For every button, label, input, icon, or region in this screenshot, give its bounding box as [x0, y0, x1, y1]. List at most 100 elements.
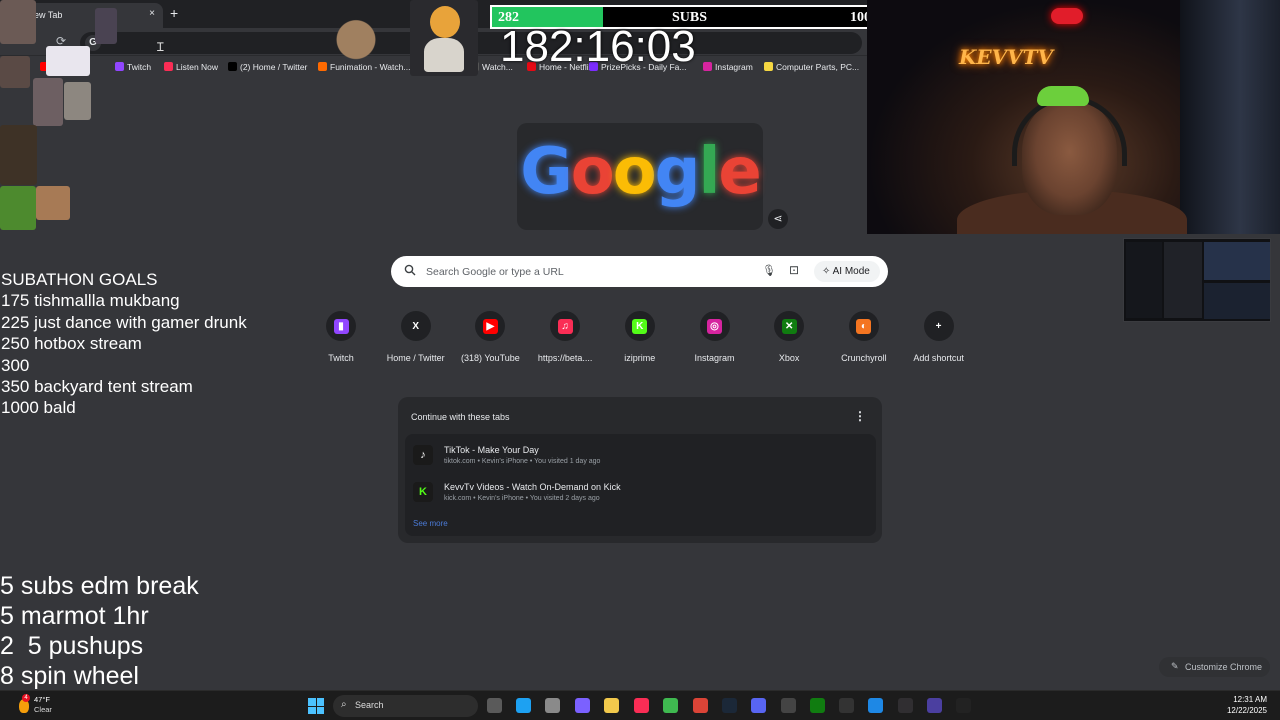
ai-mode-button[interactable]: ✧ AI Mode	[814, 261, 880, 282]
shortcut-label: Add shortcut	[913, 353, 964, 363]
shortcut-tile[interactable]: ✕ Xbox	[752, 311, 826, 363]
bookmark-item[interactable]: Listen Now	[164, 62, 218, 72]
goal-line: 225 just dance with gamer drunk	[1, 312, 247, 332]
continue-tabs-list: ♪ TikTok - Make Your Day tiktok.com • Ke…	[405, 434, 876, 536]
windows-start-icon[interactable]	[308, 698, 324, 714]
sticker-image	[95, 8, 117, 44]
app-icon[interactable]	[781, 698, 796, 713]
goal-line: 1000 bald	[1, 398, 76, 418]
kick-icon: K	[413, 482, 433, 502]
shortcut-tile[interactable]: ◐ Crunchyroll	[827, 311, 901, 363]
shortcut-tile[interactable]: ♫ https://beta....	[528, 311, 602, 363]
customize-chrome-button[interactable]: ✎ Customize Chrome	[1159, 657, 1270, 677]
bookmark-label: Twitch	[127, 62, 152, 72]
bookmark-item[interactable]: (2) Home / Twitter	[228, 62, 307, 72]
continue-tab-item[interactable]: ♪ TikTok - Make Your Day tiktok.com • Ke…	[413, 442, 868, 476]
continue-tab-subtitle: kick.com • Kevin's iPhone • You visited …	[444, 495, 600, 502]
shortcut-icon: ▮	[326, 311, 356, 341]
app-icon[interactable]	[839, 698, 854, 713]
shortcut-label: Crunchyroll	[841, 353, 887, 363]
sticker-image	[46, 46, 90, 76]
app-icon[interactable]	[927, 698, 942, 713]
unreal-icon[interactable]	[956, 698, 971, 713]
goal-line: 300	[1, 355, 30, 375]
taskbar: 4 47°F Clear ⌕ Search 12:31 AM 12/22/202…	[0, 690, 1280, 720]
notification-badge: 4	[22, 694, 30, 702]
taskbar-search-label: Search	[355, 700, 384, 710]
see-more-link[interactable]: See more	[413, 519, 448, 528]
taskbar-search[interactable]: ⌕ Search	[333, 695, 478, 717]
search-input[interactable]: Search Google or type a URL	[426, 266, 564, 278]
app-icon[interactable]	[663, 698, 678, 713]
window-light	[1180, 0, 1280, 234]
search-box[interactable]: Search Google or type a URL 🎙 ⊡ ✧ AI Mod…	[391, 256, 888, 287]
doodle-card[interactable]: Google	[517, 123, 763, 230]
bookmark-label: Listen Now	[176, 62, 219, 72]
app-icon[interactable]	[868, 698, 883, 713]
search-icon: ⌕	[341, 699, 347, 710]
continue-tab-item[interactable]: K KevvTv Videos - Watch On-Demand on Kic…	[413, 479, 868, 513]
shortcut-tile[interactable]: Kiziprime	[603, 311, 677, 363]
shortcut-glyph: ◐	[856, 318, 872, 334]
discord-icon[interactable]	[751, 698, 766, 713]
share-icon[interactable]: ⋖	[768, 209, 788, 229]
obs-icon[interactable]	[898, 698, 913, 713]
weather-condition: Clear	[34, 705, 52, 714]
goal-line: 350 backyard tent stream	[1, 377, 193, 397]
sticker-image	[0, 125, 37, 185]
shortcut-label: Home / Twitter	[386, 353, 445, 363]
shortcut-tile[interactable]: ▮ Twitch	[304, 311, 378, 363]
copilot-icon[interactable]	[575, 698, 590, 713]
shortcut-icon: ▶	[475, 311, 506, 341]
sub-tasks: 5 subs edm break 5 marmot 1hr 2 5 pushup…	[0, 571, 199, 691]
lens-icon[interactable]: ⊡	[789, 263, 799, 277]
clock-date: 12/22/2025	[1226, 706, 1267, 715]
task-view-icon[interactable]	[487, 698, 502, 713]
task-line: 8 spin wheel	[0, 662, 139, 690]
shortcut-icon: ✕	[774, 311, 805, 341]
continue-tabs-title: Continue with these tabs	[411, 412, 510, 422]
bookmark-icon	[228, 62, 237, 71]
shortcut-tile[interactable]: X Home / Twitter	[379, 311, 453, 363]
shortcut-glyph: X	[408, 318, 424, 334]
bookmark-item[interactable]: Computer Parts, PC...	[764, 62, 859, 72]
shortcut-icon: K	[624, 311, 655, 341]
shortcut-glyph: ✕	[781, 318, 797, 334]
shortcut-glyph: ▶	[482, 318, 498, 334]
shortcut-tile[interactable]: ◎ Instagram	[678, 311, 752, 363]
sticker-image	[64, 82, 91, 120]
new-tab-button[interactable]: +	[170, 5, 178, 21]
bookmark-item[interactable]: Twitch	[115, 62, 151, 72]
bookmark-icon	[115, 62, 124, 71]
shortcut-tile[interactable]: + Add shortcut	[902, 311, 976, 363]
shortcut-label: iziprime	[624, 353, 656, 363]
close-icon[interactable]: ×	[149, 8, 155, 19]
bookmark-label: Instagram	[715, 62, 753, 72]
more-vert-icon[interactable]: ⋮	[854, 409, 866, 423]
chrome-icon[interactable]	[693, 698, 708, 713]
google-doodle: Google	[520, 135, 762, 209]
shortcut-tile[interactable]: ▶ (318) YouTube	[453, 311, 527, 363]
steam-icon[interactable]	[722, 698, 737, 713]
tiktok-icon: ♪	[413, 445, 433, 465]
edge-icon[interactable]	[516, 698, 531, 713]
bookmark-item[interactable]: Instagram	[703, 62, 753, 72]
shortcut-glyph: +	[931, 318, 947, 334]
system-clock[interactable]: 12:31 AM 12/22/2025	[1225, 694, 1267, 716]
shortcut-glyph: ♫	[557, 318, 573, 334]
shortcut-icon: +	[923, 311, 954, 341]
xbox-icon[interactable]	[810, 698, 825, 713]
goal-line: 175 tishmallla mukbang	[1, 291, 180, 311]
file-explorer-icon[interactable]	[604, 698, 619, 713]
microphone-icon[interactable]: 🎙	[762, 264, 776, 277]
search-icon	[404, 264, 416, 276]
shortcut-icon: ♫	[550, 311, 581, 341]
shortcut-icon: X	[400, 311, 431, 341]
task-line: 5 marmot 1hr	[0, 602, 149, 630]
settings-icon[interactable]	[545, 698, 560, 713]
itunes-icon[interactable]	[634, 698, 649, 713]
subathon-timer: 182:16:03	[500, 22, 696, 71]
sticker-image	[36, 186, 70, 220]
text-cursor-icon: Ɪ	[157, 40, 164, 54]
preview-pane	[1204, 242, 1270, 280]
